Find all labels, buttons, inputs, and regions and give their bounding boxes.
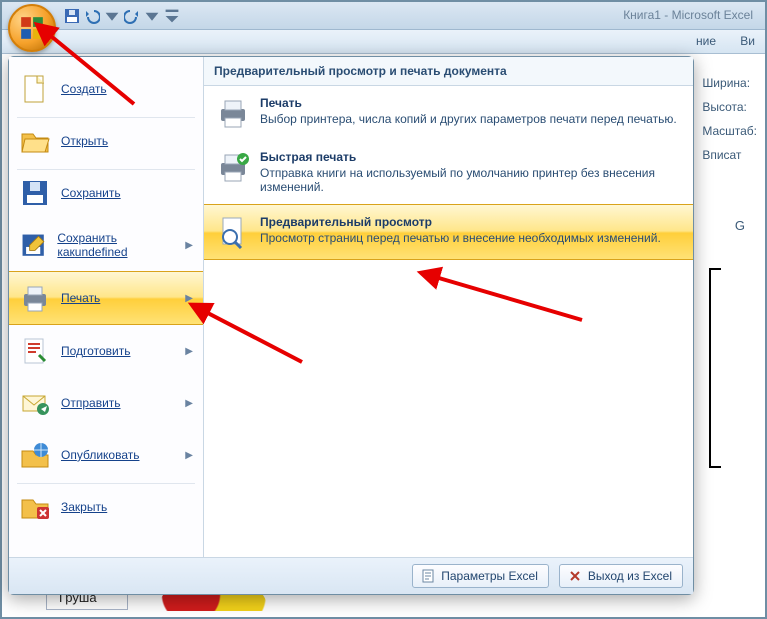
doc-name: Книга1	[623, 8, 661, 22]
chevron-right-icon: ▶	[185, 346, 193, 357]
cell-selection-border	[709, 268, 721, 468]
menu-item-label: Подготовить	[61, 344, 130, 358]
prepare-icon	[19, 335, 51, 367]
save-icon	[19, 177, 51, 209]
print-preview-icon	[216, 215, 250, 249]
chevron-right-icon: ▶	[185, 293, 193, 304]
menu-item-label: Сохранить какundefined	[57, 231, 175, 259]
folder-open-icon	[19, 125, 51, 157]
menu-item-save[interactable]: Сохранить	[9, 167, 203, 219]
submenu-desc: Отправка книги на используемый по умолча…	[260, 166, 681, 194]
publish-icon	[19, 439, 51, 471]
submenu-title: Быстрая печать	[260, 150, 681, 164]
ribbon-tabs-strip: ние Ви	[2, 30, 765, 54]
menu-item-send[interactable]: Отправить ▶	[9, 377, 203, 429]
window-title: Книга1 - Microsoft Excel	[623, 8, 753, 22]
submenu-item-print[interactable]: Печать Выбор принтера, числа копий и дру…	[204, 86, 693, 140]
fit-label: Вписат	[702, 144, 757, 166]
menu-item-close[interactable]: Закрыть	[9, 481, 203, 533]
submenu-item-print-preview[interactable]: Предварительный просмотр Просмотр страни…	[204, 204, 693, 260]
save-icon[interactable]	[64, 8, 80, 24]
chevron-right-icon: ▶	[185, 398, 193, 409]
office-button[interactable]	[8, 4, 56, 52]
dropdown-icon[interactable]	[144, 8, 160, 24]
quick-print-icon	[216, 150, 250, 184]
close-folder-icon	[19, 491, 51, 523]
app-name: Microsoft Excel	[672, 8, 753, 22]
menu-item-prepare[interactable]: Подготовить ▶	[9, 325, 203, 377]
office-menu-footer: Параметры Excel Выход из Excel	[9, 557, 693, 594]
quick-access-toolbar	[64, 8, 180, 24]
width-label: Ширина:	[702, 72, 757, 94]
menu-item-label: Открыть	[61, 134, 108, 148]
height-label: Высота:	[702, 96, 757, 118]
submenu-item-quick-print[interactable]: Быстрая печать Отправка книги на использ…	[204, 140, 693, 204]
ribbon-tab-view[interactable]: Ви	[740, 34, 755, 48]
office-menu: Создать Открыть Сохранить Сохранить какu…	[8, 56, 694, 595]
menu-item-label: Закрыть	[61, 500, 107, 514]
page-setup-labels: Ширина: Высота: Масштаб: Вписат	[702, 72, 757, 168]
submenu-title: Печать	[260, 96, 677, 110]
chevron-right-icon: ▶	[185, 450, 193, 461]
menu-item-label: Отправить	[61, 396, 121, 410]
scale-label: Масштаб:	[702, 120, 757, 142]
office-menu-left: Создать Открыть Сохранить Сохранить какu…	[9, 57, 204, 557]
menu-item-publish[interactable]: Опубликовать ▶	[9, 429, 203, 481]
submenu-desc: Выбор принтера, числа копий и других пар…	[260, 112, 677, 126]
menu-item-label: Создать	[61, 82, 107, 96]
ribbon-partial-text: ние	[696, 34, 716, 48]
menu-item-new[interactable]: Создать	[9, 63, 203, 115]
printer-icon	[216, 96, 250, 130]
submenu-text: Печать Выбор принтера, числа копий и дру…	[260, 96, 677, 130]
send-icon	[19, 387, 51, 419]
new-document-icon	[19, 73, 51, 105]
button-label: Параметры Excel	[441, 569, 538, 583]
submenu-desc: Просмотр страниц перед печатью и внесени…	[260, 231, 661, 245]
save-as-icon	[19, 229, 47, 261]
menu-item-label: Печать	[61, 291, 100, 305]
undo-icon[interactable]	[84, 8, 100, 24]
submenu-text: Предварительный просмотр Просмотр страни…	[260, 215, 661, 249]
excel-options-button[interactable]: Параметры Excel	[412, 564, 549, 588]
submenu-text: Быстрая печать Отправка книги на использ…	[260, 150, 681, 194]
column-header-g[interactable]: G	[735, 218, 745, 233]
menu-item-label: Опубликовать	[61, 448, 139, 462]
exit-excel-button[interactable]: Выход из Excel	[559, 564, 683, 588]
menu-item-open[interactable]: Открыть	[9, 115, 203, 167]
submenu-header: Предварительный просмотр и печать докуме…	[204, 57, 693, 86]
submenu-title: Предварительный просмотр	[260, 215, 661, 229]
chevron-right-icon: ▶	[185, 240, 193, 251]
options-icon	[421, 569, 435, 583]
menu-item-label: Сохранить	[61, 186, 121, 200]
qat-customize-icon[interactable]	[164, 8, 180, 24]
button-label: Выход из Excel	[588, 569, 672, 583]
title-bar: Книга1 - Microsoft Excel	[2, 2, 765, 30]
redo-icon[interactable]	[124, 8, 140, 24]
office-menu-right: Предварительный просмотр и печать докуме…	[204, 57, 693, 557]
dropdown-icon[interactable]	[104, 8, 120, 24]
printer-icon	[19, 282, 51, 314]
menu-item-save-as[interactable]: Сохранить какundefined ▶	[9, 219, 203, 271]
close-icon	[568, 569, 582, 583]
menu-item-print[interactable]: Печать ▶	[9, 271, 203, 325]
